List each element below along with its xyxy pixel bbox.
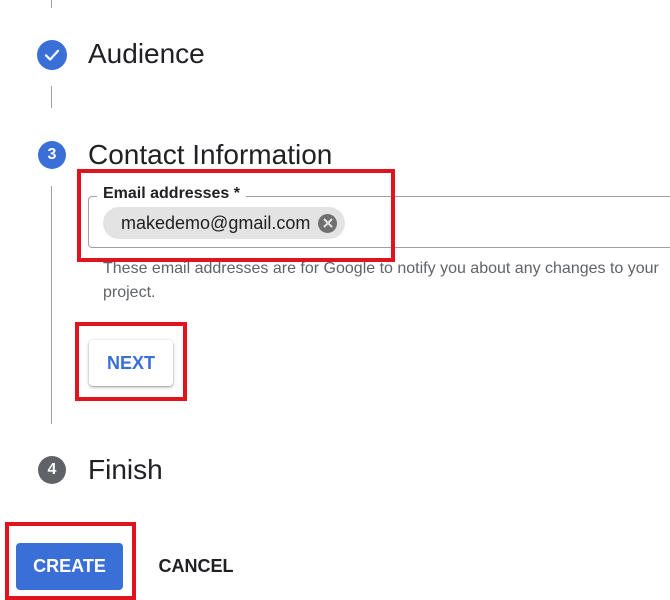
step-audience-status — [37, 40, 67, 70]
cancel-button[interactable]: CANCEL — [145, 543, 247, 590]
step-contact-number: 3 — [38, 141, 66, 169]
step-finish-title[interactable]: Finish — [88, 454, 163, 486]
step-connector-audience — [51, 86, 52, 108]
next-button[interactable]: NEXT — [89, 340, 173, 386]
create-button[interactable]: CREATE — [16, 543, 123, 590]
email-addresses-label: Email addresses * — [97, 185, 246, 203]
email-chip: makedemo@gmail.com — [103, 207, 346, 239]
step-finish-number: 4 — [38, 456, 66, 484]
step-connector-top — [51, 0, 52, 8]
email-chip-text: makedemo@gmail.com — [121, 212, 311, 233]
step-connector-contact — [51, 186, 52, 424]
step-contact-title[interactable]: Contact Information — [88, 139, 332, 171]
consent-setup-page: Audience 3 Contact Information Email add… — [0, 0, 670, 600]
email-hint-text: These email addresses are for Google to … — [103, 260, 659, 301]
close-circle-icon[interactable] — [318, 213, 338, 233]
step-audience-title[interactable]: Audience — [88, 38, 205, 70]
checkmark-icon — [43, 46, 61, 64]
email-addresses-field[interactable]: Email addresses * makedemo@gmail.com — [88, 185, 670, 248]
